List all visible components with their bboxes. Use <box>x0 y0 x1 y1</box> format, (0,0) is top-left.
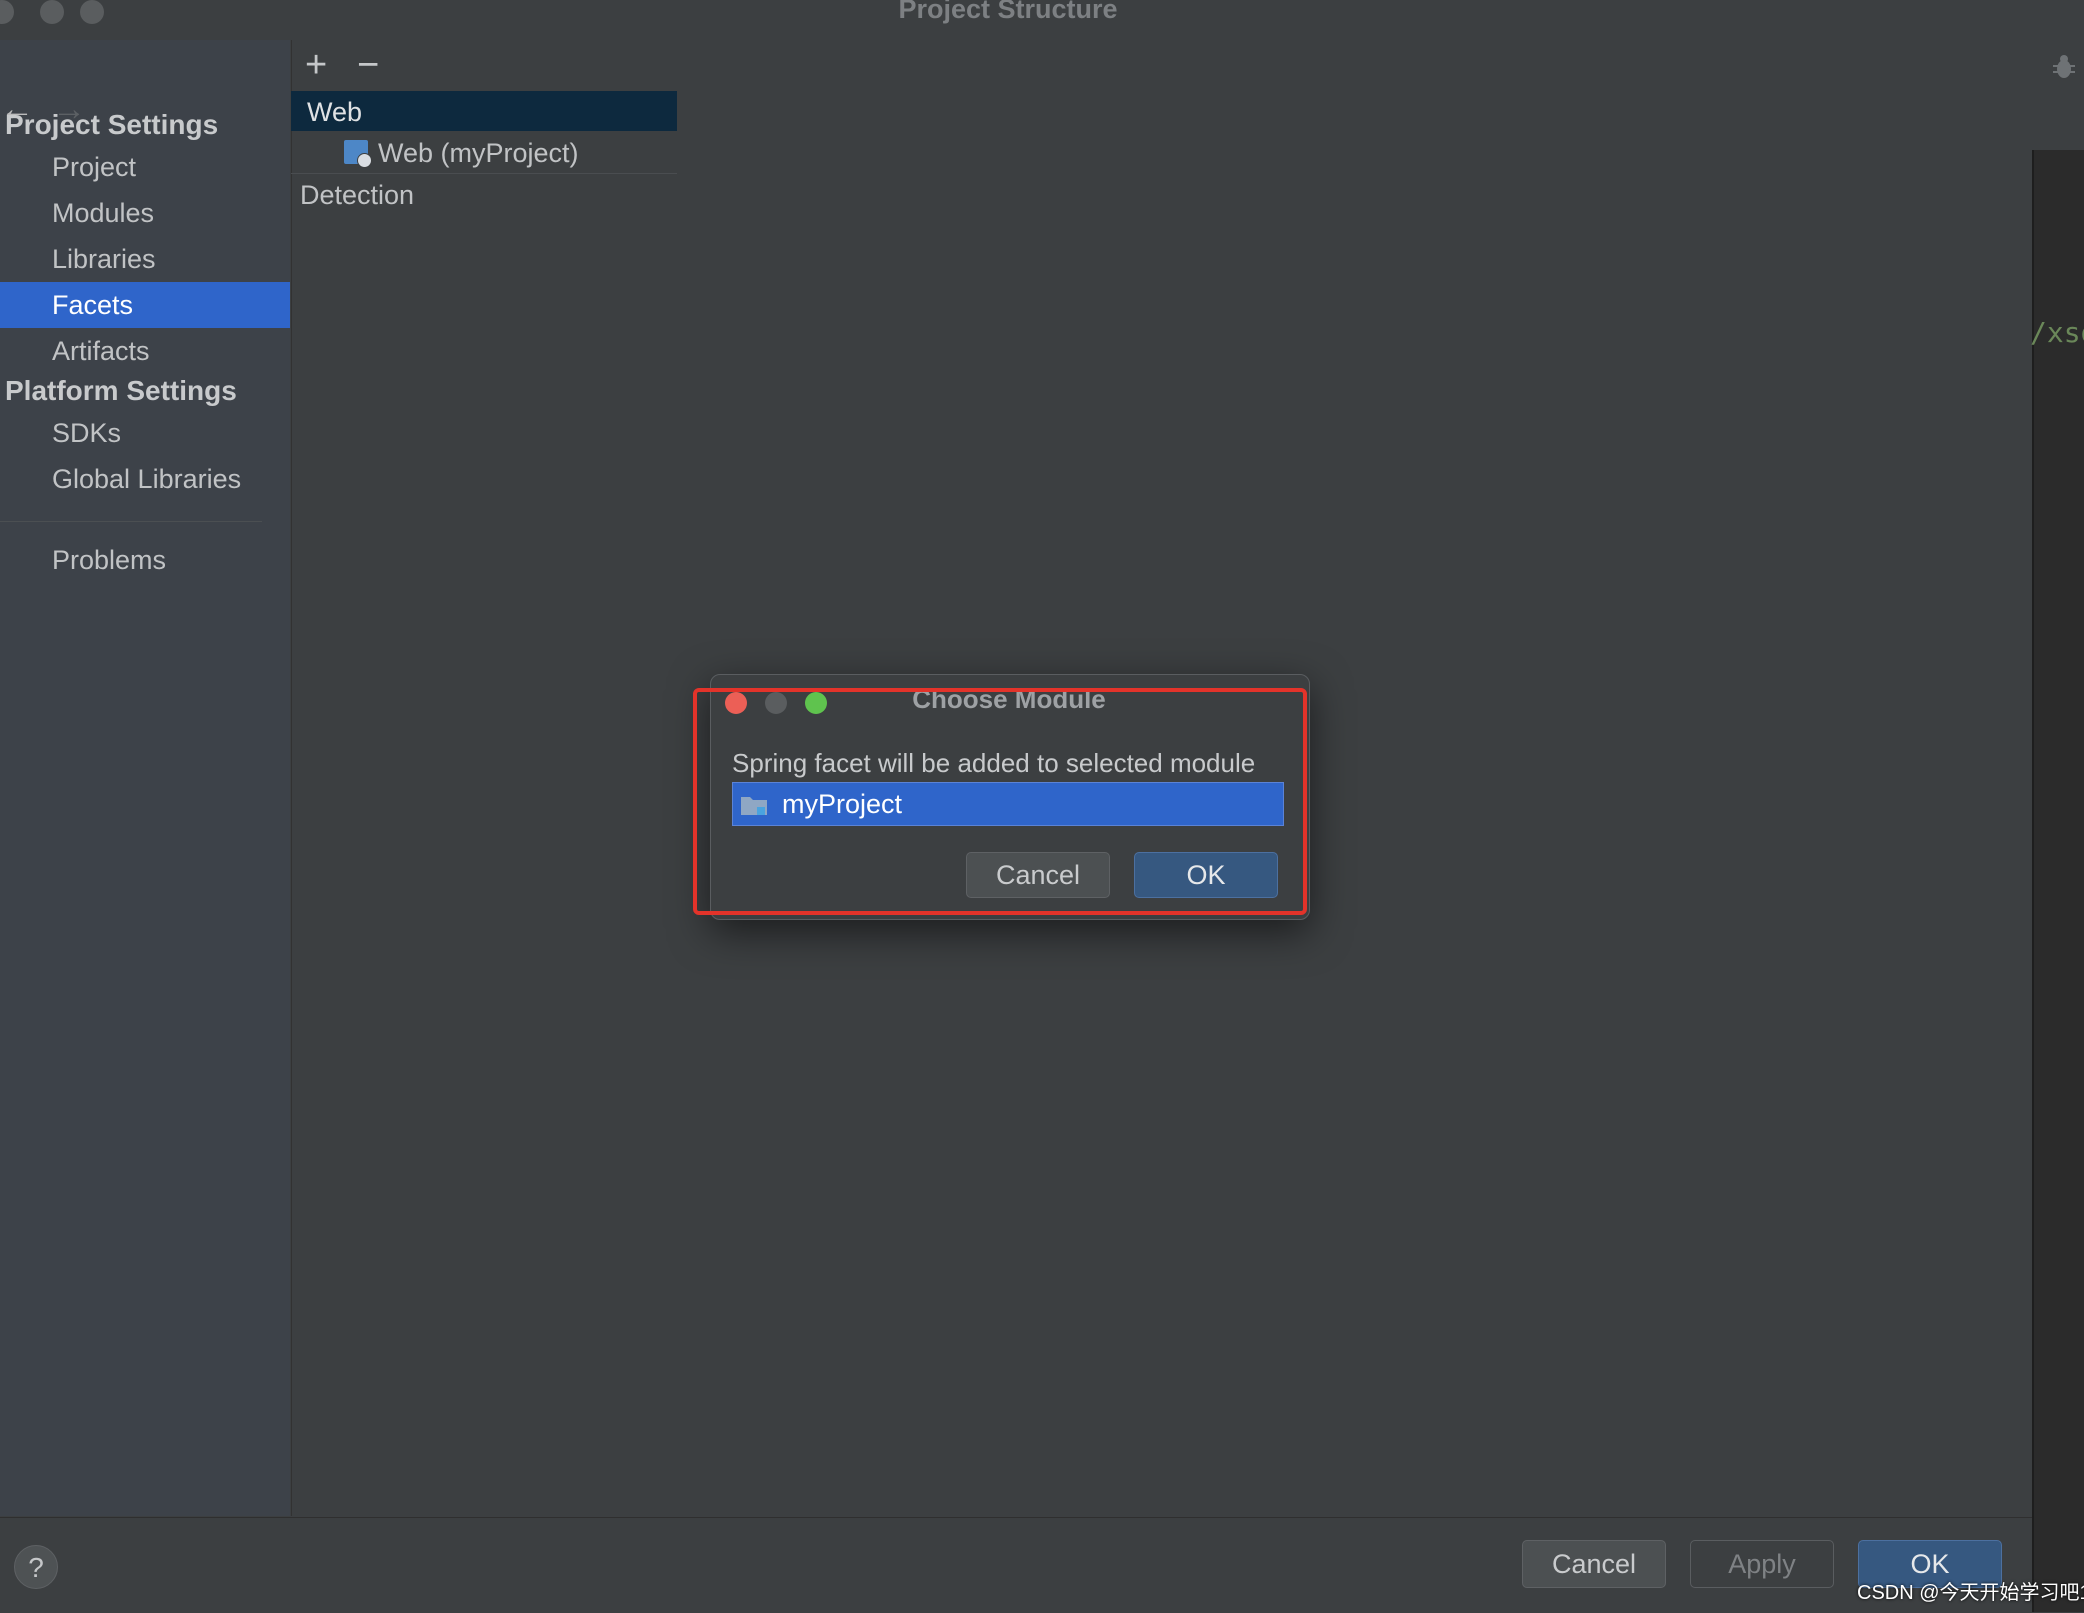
facet-item-web-myproject[interactable]: Web (myProject) <box>378 133 579 173</box>
background-editor-strip <box>2032 0 2084 1612</box>
help-button[interactable]: ? <box>14 1545 58 1589</box>
globe-icon <box>357 153 372 168</box>
editor-code-fragment: /xsd <box>2030 316 2084 349</box>
section-header-project-settings: Project Settings <box>5 109 219 140</box>
window-title: Project Structure <box>898 0 1118 24</box>
debug-icon[interactable] <box>2052 54 2076 80</box>
sidebar-item-sdks[interactable]: SDKs <box>0 410 290 456</box>
add-facet-icon[interactable]: + <box>305 44 327 86</box>
sidebar-item-facets[interactable]: Facets <box>0 282 290 328</box>
remove-facet-icon[interactable]: − <box>357 44 379 86</box>
detection-item[interactable]: Detection <box>300 175 414 215</box>
highlight-annotation-frame <box>693 688 1307 915</box>
sidebar-item-global-libraries[interactable]: Global Libraries <box>0 456 290 502</box>
facets-list-panel <box>291 40 679 1516</box>
sidebar-divider <box>0 521 262 522</box>
footer-apply-button[interactable]: Apply <box>1690 1540 1834 1588</box>
sidebar-item-artifacts[interactable]: Artifacts <box>0 328 290 374</box>
sidebar-item-project[interactable]: Project <box>0 144 290 190</box>
footer-cancel-button[interactable]: Cancel <box>1522 1540 1666 1588</box>
list-divider <box>291 173 677 174</box>
section-header-platform-settings: Platform Settings <box>5 375 237 406</box>
sidebar-item-modules[interactable]: Modules <box>0 190 290 236</box>
sidebar-item-problems[interactable]: Problems <box>0 537 290 583</box>
watermark: CSDN @今天开始学习吧11 <box>1857 1582 2084 1604</box>
title-bar: Project Structure <box>0 0 2032 40</box>
sidebar-item-libraries[interactable]: Libraries <box>0 236 290 282</box>
facet-group-label: Web <box>307 97 363 127</box>
